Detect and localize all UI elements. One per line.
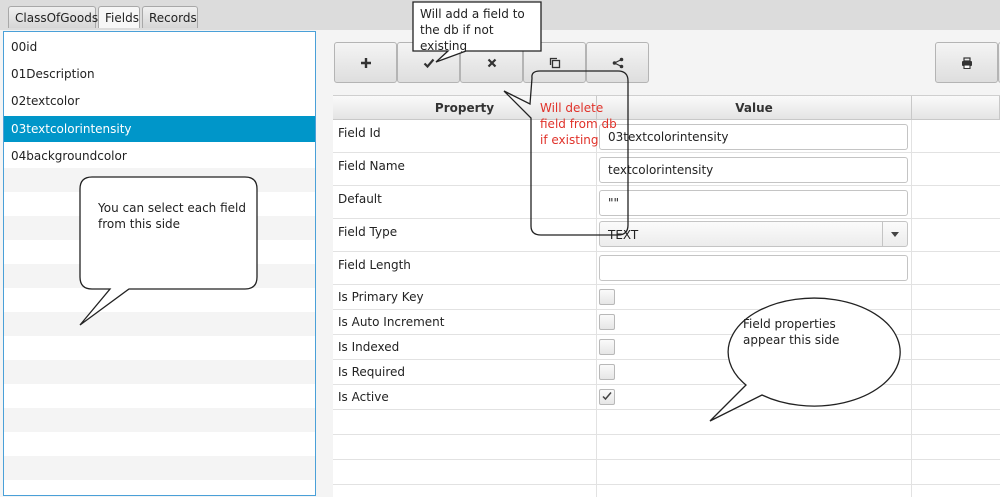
share-icon [612,57,624,69]
field-type-select[interactable]: TEXT [599,221,908,247]
list-item[interactable]: 04backgroundcolor [4,144,315,168]
check-icon [602,390,612,404]
empty-row [333,435,1000,460]
plus-icon [360,57,372,69]
empty-row [4,264,315,288]
label-field-type: Field Type [338,225,398,239]
list-item[interactable]: 01Description [4,62,315,86]
is-indexed-checkbox[interactable] [599,339,615,355]
tab-fields[interactable]: Fields [98,6,140,28]
tab-classofgoods[interactable]: ClassOfGoods [8,6,98,28]
table-row: Field Type TEXT [333,219,1000,252]
label-field-length: Field Length [338,258,411,272]
is-auto-increment-checkbox[interactable] [599,314,615,330]
table-row: Is Active [333,385,1000,410]
table-row: Default "" [333,186,1000,219]
label-field-id: Field Id [338,126,381,140]
tab-records[interactable]: Records [142,6,198,28]
label-is-primary-key: Is Primary Key [338,290,424,304]
table-row: Field Length [333,252,1000,285]
is-primary-key-checkbox[interactable] [599,289,615,305]
table-row: Is Required [333,360,1000,385]
table-row: Is Auto Increment [333,310,1000,335]
close-icon [487,58,497,68]
property-table: Property Value Field Id 03textcolorinten… [333,95,1000,497]
empty-row [4,240,315,264]
check-icon [423,57,435,69]
label-is-indexed: Is Indexed [338,340,400,354]
chevron-down-icon[interactable] [882,222,907,246]
empty-row [4,480,315,495]
fields-list[interactable]: 00id 01Description 02textcolor 03textcol… [3,31,316,496]
default-input[interactable]: "" [599,190,908,216]
label-is-active: Is Active [338,390,389,404]
label-default: Default [338,192,382,206]
empty-row [333,410,1000,435]
list-item[interactable]: 00id [4,35,315,59]
label-is-auto-increment: Is Auto Increment [338,315,445,329]
select-callout-text: You can select each field from this side [98,201,246,231]
properties-callout-text: Field properties appear this side [743,317,840,347]
add-field-button[interactable] [334,42,397,83]
list-item-selected[interactable]: 03textcolorintensity [4,116,315,142]
is-active-checkbox[interactable] [599,389,615,405]
list-item[interactable]: 02textcolor [4,89,315,113]
empty-row [4,408,315,432]
header-extra [912,96,1000,120]
empty-row [4,384,315,408]
table-row: Field Name textcolorintensity [333,153,1000,186]
table-row: Field Id 03textcolorintensity [333,120,1000,153]
is-required-checkbox[interactable] [599,364,615,380]
header-value: Value [597,96,912,120]
empty-row [4,312,315,336]
empty-row [4,432,315,456]
empty-row [4,336,315,360]
print-button[interactable] [935,42,998,83]
empty-row [4,288,315,312]
empty-row [4,360,315,384]
table-row: Is Primary Key [333,285,1000,310]
field-name-input[interactable]: textcolorintensity [599,157,908,183]
print-icon [961,56,973,69]
add-callout-text: Will add a field to the db if not existi… [420,7,525,53]
label-field-name: Field Name [338,159,405,173]
field-id-input[interactable]: 03textcolorintensity [599,124,908,150]
empty-row [4,168,315,192]
share-field-button[interactable] [586,42,649,83]
empty-row [333,460,1000,485]
table-row: Is Indexed [333,335,1000,360]
delete-callout-text: Will delete field from db if existing [540,101,617,147]
label-is-required: Is Required [338,365,406,379]
field-type-value: TEXT [608,228,639,242]
copy-icon [549,57,561,69]
empty-row [4,456,315,480]
field-length-input[interactable] [599,255,908,281]
